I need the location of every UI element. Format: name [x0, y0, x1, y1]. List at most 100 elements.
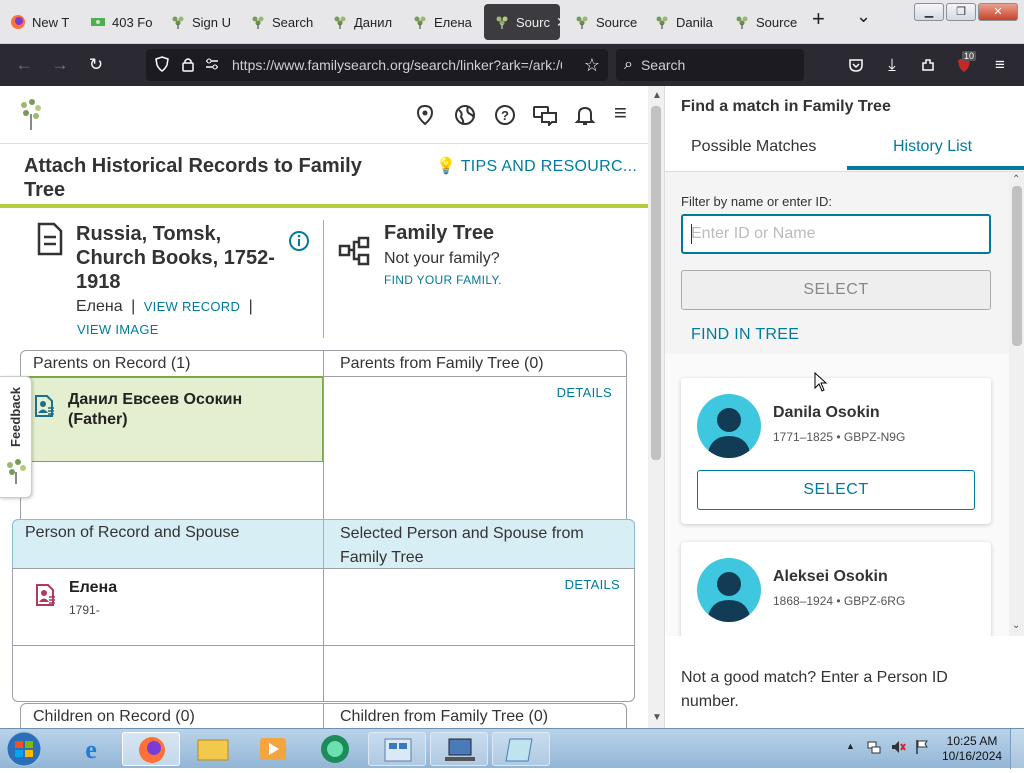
clock-time: 10:25 AM — [946, 734, 998, 748]
ublock-icon[interactable]: 10 — [946, 47, 982, 83]
match-card[interactable]: Aleksei Osokin 1868–1924 • GBPZ-6RG — [681, 542, 991, 636]
browser-tab-active[interactable]: Sourc ✕ — [484, 4, 560, 40]
familysearch-logo[interactable] — [16, 96, 46, 137]
browser-tab-1[interactable]: New T — [0, 4, 78, 40]
match-name[interactable]: Aleksei Osokin — [773, 568, 888, 586]
permissions-icon[interactable] — [204, 56, 226, 75]
tab-possible-matches[interactable]: Possible Matches — [691, 138, 816, 156]
tab-history-list[interactable]: History List — [893, 138, 972, 156]
match-panel: Find a match in Family Tree Possible Mat… — [664, 86, 1024, 728]
tips-resources-link[interactable]: 💡 TIPS AND RESOURC... — [436, 156, 637, 176]
media-player-icon[interactable] — [244, 732, 302, 766]
search-icon: ⌕ — [624, 56, 633, 73]
browser-tab-3[interactable]: Sign U — [160, 4, 238, 40]
person-record-icon — [34, 394, 56, 423]
firefox-icon — [10, 14, 26, 30]
father-card[interactable]: Данил Евсеев Осокин (Father) — [20, 376, 324, 463]
scroll-up-arrow-icon[interactable]: ⌃ — [1012, 174, 1020, 185]
children-tree-header-label: Children from Family Tree (0) — [340, 708, 549, 725]
browser-tab-6[interactable]: Елена — [402, 4, 480, 40]
pocket-icon[interactable] — [838, 47, 874, 83]
volume-muted-icon[interactable] — [890, 739, 906, 760]
back-arrow-icon[interactable]: ← — [6, 47, 42, 83]
browser-tab-10[interactable]: Source — [724, 4, 802, 40]
main-scrollbar[interactable]: ▲ ▼ — [648, 86, 664, 728]
tips-label: TIPS AND RESOURC... — [460, 158, 638, 175]
action-center-flag-icon[interactable] — [914, 739, 930, 760]
search-bar[interactable]: ⌕ Search — [616, 49, 804, 81]
scroll-down-arrow-icon[interactable]: ▼ — [652, 712, 662, 723]
browser-tab-2[interactable]: 403 Fo — [80, 4, 158, 40]
view-image-link[interactable]: VIEW IMAGE — [77, 322, 159, 337]
find-in-tree-link[interactable]: FIND IN TREE — [691, 326, 799, 344]
not-a-match-text: Not a good match? Enter a Person ID numb… — [681, 669, 948, 710]
select-button-disabled[interactable]: SELECT — [681, 270, 991, 310]
scroll-down-arrow-icon[interactable]: ⌄ — [1012, 620, 1020, 631]
network-tray-icon[interactable] — [866, 739, 882, 760]
lock-icon[interactable] — [180, 56, 200, 75]
person-name[interactable]: Елена — [69, 579, 117, 597]
close-window-button[interactable]: ✕ — [978, 3, 1018, 21]
shield-icon[interactable] — [154, 55, 174, 75]
match-card[interactable]: Danila Osokin 1771–1825 • GBPZ-N9G SELEC… — [681, 378, 991, 524]
notification-bell-icon[interactable] — [574, 104, 596, 126]
reload-icon[interactable]: ↻ — [78, 47, 114, 83]
feedback-tab[interactable]: Feedback — [0, 376, 32, 498]
messages-icon[interactable] — [532, 104, 558, 128]
panel-scrollbar[interactable]: ⌃ ⌄ — [1009, 172, 1024, 636]
familysearch-tree-icon — [574, 14, 590, 30]
spouse-record-header: Person of Record and Spouse — [12, 519, 324, 569]
menu-icon[interactable]: ≡ — [614, 102, 636, 126]
new-tab-button[interactable]: + — [812, 6, 825, 32]
tab-label: Данил — [354, 14, 393, 30]
network-icon[interactable] — [430, 732, 488, 766]
details-link[interactable]: DETAILS — [565, 577, 620, 592]
browser-tab-4[interactable]: Search — [240, 4, 318, 40]
start-button[interactable] — [4, 730, 44, 768]
browser-toolbar: ← → ↻ https://www.familysearch.org/searc… — [0, 44, 1024, 86]
scrollbar-thumb[interactable] — [1012, 186, 1022, 346]
filter-input[interactable]: Enter ID or Name — [681, 214, 991, 254]
list-tabs-button[interactable]: ⌄ — [856, 6, 871, 27]
show-hidden-icons[interactable]: ▲ — [846, 741, 855, 751]
minimize-button[interactable]: ▁ — [914, 3, 944, 21]
tab-label: Source — [756, 14, 798, 30]
family-tree-title: Family Tree — [384, 222, 495, 244]
familysearch-tree-icon — [494, 14, 510, 30]
green-globe-icon[interactable] — [306, 732, 364, 766]
find-your-family-link[interactable]: FIND YOUR FAMILY. — [384, 273, 502, 287]
scrollbar-thumb[interactable] — [651, 106, 661, 460]
person-card[interactable]: Елена 1791- — [12, 568, 324, 646]
details-link[interactable]: DETAILS — [557, 385, 612, 400]
browser-tab-9[interactable]: Danila — [644, 4, 722, 40]
show-desktop-button[interactable] — [1010, 729, 1024, 769]
select-match-button[interactable]: SELECT — [697, 470, 975, 510]
url-bar[interactable]: https://www.familysearch.org/search/link… — [146, 49, 608, 81]
map-pin-icon[interactable] — [414, 104, 436, 126]
close-tab-icon[interactable]: ✕ — [556, 14, 560, 31]
explorer-icon[interactable] — [184, 732, 242, 766]
forward-arrow-icon[interactable]: → — [42, 47, 78, 83]
hamburger-menu-icon[interactable]: ≡ — [982, 47, 1018, 83]
bookmark-star-icon[interactable]: ☆ — [584, 55, 600, 76]
scroll-up-arrow-icon[interactable]: ▲ — [652, 90, 662, 101]
info-icon[interactable] — [288, 230, 310, 257]
clock[interactable]: 10:25 AM 10/16/2024 — [942, 734, 1002, 764]
firefox-taskbar-icon[interactable] — [122, 732, 180, 766]
url-text[interactable]: https://www.familysearch.org/search/link… — [232, 57, 562, 73]
control-panel-icon[interactable] — [368, 732, 426, 766]
help-icon[interactable]: ? — [494, 104, 516, 126]
globe-icon[interactable] — [454, 104, 476, 126]
spouse-tree-cell: DETAILS — [323, 568, 635, 646]
notepad-icon[interactable] — [492, 732, 550, 766]
father-name[interactable]: Данил Евсеев Осокин (Father) — [68, 390, 298, 430]
extensions-icon[interactable] — [910, 47, 946, 83]
view-record-link[interactable]: VIEW RECORD — [144, 299, 240, 314]
download-icon[interactable]: ⤓ — [874, 47, 910, 83]
avatar — [697, 394, 761, 458]
browser-tab-8[interactable]: Source — [564, 4, 642, 40]
ie-icon[interactable]: e — [62, 732, 120, 766]
match-name[interactable]: Danila Osokin — [773, 404, 880, 422]
browser-tab-5[interactable]: Данил — [322, 4, 400, 40]
maximize-button[interactable]: ❐ — [946, 3, 976, 21]
